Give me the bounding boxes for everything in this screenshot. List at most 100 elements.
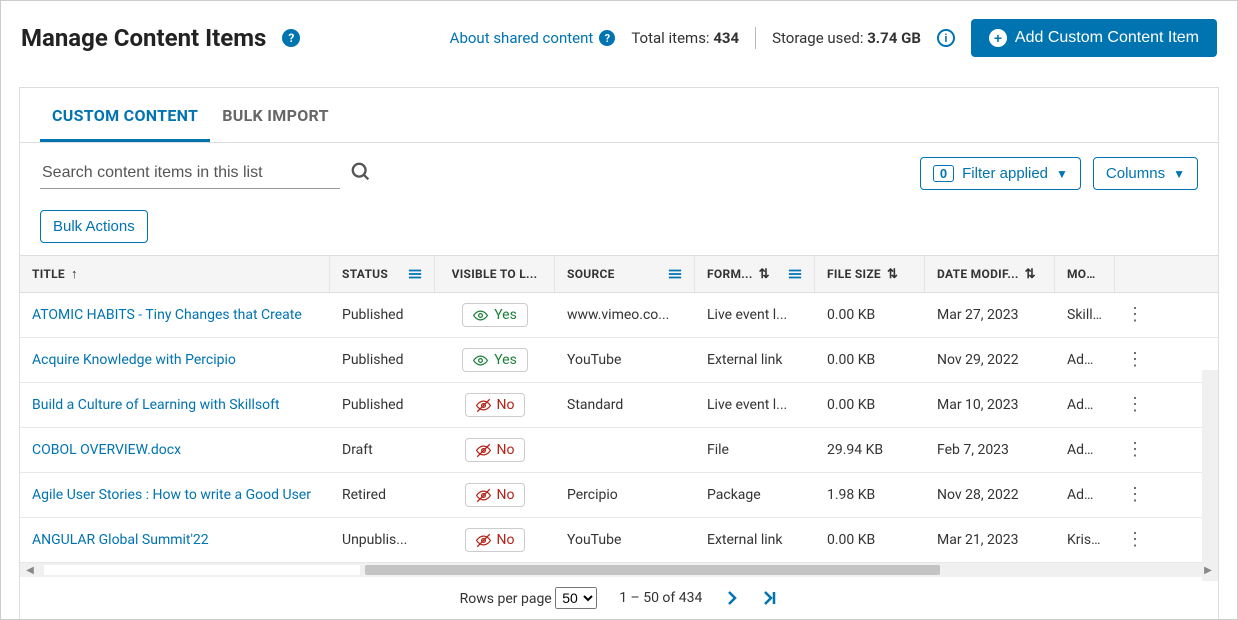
last-page-button[interactable] bbox=[762, 590, 778, 606]
storage-info-icon[interactable]: i bbox=[937, 29, 955, 47]
column-header-visible[interactable]: VISIBLE TO L... bbox=[435, 256, 555, 292]
sort-icon: ⇅ bbox=[1025, 267, 1036, 282]
column-header-filesize[interactable]: FILE SIZE ⇅ bbox=[815, 256, 925, 292]
format-cell: Package bbox=[695, 477, 815, 513]
filesize-cell: 1.98 KB bbox=[815, 477, 925, 513]
content-title-link[interactable]: Acquire Knowledge with Percipio bbox=[32, 352, 236, 368]
rows-per-page-select[interactable]: 50 bbox=[555, 587, 597, 609]
column-modified-label: MODIFI bbox=[1067, 267, 1102, 281]
content-title-link[interactable]: Agile User Stories : How to write a Good… bbox=[32, 487, 311, 503]
format-cell: Live event l... bbox=[695, 387, 815, 423]
column-filesize-label: FILE SIZE bbox=[827, 267, 881, 281]
source-cell: www.vimeo.co... bbox=[555, 297, 695, 333]
about-shared-content-link[interactable]: About shared content ? bbox=[450, 29, 616, 47]
total-items-stat: Total items: 434 bbox=[631, 29, 739, 47]
table-row: COBOL OVERVIEW.docxDraftNoFile29.94 KBFe… bbox=[20, 428, 1218, 473]
visible-pill: Yes bbox=[462, 303, 528, 327]
bulk-actions-button[interactable]: Bulk Actions bbox=[40, 210, 148, 243]
filter-icon[interactable] bbox=[668, 267, 682, 281]
paginator: Rows per page 50 1 – 50 of 434 bbox=[20, 577, 1218, 620]
column-date-label: DATE MODIF... bbox=[937, 267, 1019, 281]
status-cell: Published bbox=[330, 297, 435, 333]
visible-pill: No bbox=[465, 438, 526, 462]
modified-cell: Admin S bbox=[1055, 477, 1115, 513]
format-cell: Live event l... bbox=[695, 297, 815, 333]
source-cell: Percipio bbox=[555, 477, 695, 513]
modified-cell: SkillSof bbox=[1055, 297, 1115, 333]
table-row: Acquire Knowledge with PercipioPublished… bbox=[20, 338, 1218, 383]
row-menu-button[interactable]: ⋮ bbox=[1126, 396, 1144, 414]
scroll-left-icon[interactable]: ◀ bbox=[20, 565, 40, 576]
content-title-link[interactable]: COBOL OVERVIEW.docx bbox=[32, 442, 181, 458]
sort-icon: ⇅ bbox=[887, 267, 898, 282]
filter-applied-button[interactable]: 0 Filter applied ▼ bbox=[920, 157, 1081, 190]
columns-button[interactable]: Columns ▼ bbox=[1093, 157, 1198, 190]
status-cell: Retired bbox=[330, 477, 435, 513]
total-items-label: Total items: bbox=[631, 29, 709, 47]
filter-count-badge: 0 bbox=[933, 165, 954, 182]
content-title-link[interactable]: ATOMIC HABITS - Tiny Changes that Create bbox=[32, 307, 302, 323]
column-header-title[interactable]: TITLE ↑ bbox=[20, 256, 330, 292]
scroll-thumb[interactable] bbox=[365, 565, 940, 575]
column-visible-label: VISIBLE TO L... bbox=[452, 267, 538, 281]
format-cell: External link bbox=[695, 522, 815, 558]
row-menu-button[interactable]: ⋮ bbox=[1126, 441, 1144, 459]
storage-used-label: Storage used: bbox=[772, 29, 863, 47]
search-input[interactable] bbox=[40, 158, 340, 189]
about-help-icon[interactable]: ? bbox=[599, 30, 615, 46]
eye-off-icon bbox=[476, 533, 491, 548]
column-source-label: SOURCE bbox=[567, 267, 615, 281]
column-format-label: FORM... bbox=[707, 267, 753, 281]
content-title-link[interactable]: Build a Culture of Learning with Skillso… bbox=[32, 397, 280, 413]
column-header-date[interactable]: DATE MODIF... ⇅ bbox=[925, 256, 1055, 292]
column-header-source[interactable]: SOURCE bbox=[555, 256, 695, 292]
modified-cell: Admin S bbox=[1055, 387, 1115, 423]
next-page-button[interactable] bbox=[724, 590, 740, 606]
visible-pill: No bbox=[465, 393, 526, 417]
sort-asc-icon: ↑ bbox=[71, 266, 78, 282]
tab-bulk-import[interactable]: BULK IMPORT bbox=[210, 88, 341, 142]
page-range: 1 – 50 of 434 bbox=[619, 590, 702, 606]
vertical-scrollbar[interactable] bbox=[1202, 370, 1218, 581]
content-title-link[interactable]: ANGULAR Global Summit'22 bbox=[32, 532, 209, 548]
table-row: ATOMIC HABITS - Tiny Changes that Create… bbox=[20, 293, 1218, 338]
filesize-cell: 29.94 KB bbox=[815, 432, 925, 468]
filter-icon[interactable] bbox=[788, 267, 802, 281]
row-menu-button[interactable]: ⋮ bbox=[1126, 351, 1144, 369]
table-row: Build a Culture of Learning with Skillso… bbox=[20, 383, 1218, 428]
visible-pill: No bbox=[465, 528, 526, 552]
table-row: ANGULAR Global Summit'22Unpublis...NoYou… bbox=[20, 518, 1218, 563]
status-cell: Published bbox=[330, 387, 435, 423]
header-divider bbox=[755, 27, 756, 49]
tab-custom-content[interactable]: CUSTOM CONTENT bbox=[40, 88, 210, 142]
chevron-down-icon: ▼ bbox=[1173, 167, 1185, 181]
eye-off-icon bbox=[476, 398, 491, 413]
eye-icon bbox=[473, 353, 488, 368]
storage-used-stat: Storage used: 3.74 GB bbox=[772, 29, 921, 47]
column-header-status[interactable]: STATUS bbox=[330, 256, 435, 292]
date-cell: Nov 29, 2022 bbox=[925, 342, 1055, 378]
rows-per-page-label: Rows per page bbox=[460, 591, 552, 607]
row-menu-button[interactable]: ⋮ bbox=[1126, 486, 1144, 504]
eye-off-icon bbox=[476, 443, 491, 458]
status-cell: Unpublis... bbox=[330, 522, 435, 558]
add-custom-content-button[interactable]: + Add Custom Content Item bbox=[971, 19, 1217, 57]
column-header-menu bbox=[1115, 256, 1155, 292]
plus-icon: + bbox=[989, 29, 1007, 47]
help-icon[interactable]: ? bbox=[282, 29, 300, 47]
search-icon[interactable] bbox=[350, 161, 372, 187]
filter-icon[interactable] bbox=[408, 267, 422, 281]
table-header: TITLE ↑ STATUS VISIBLE TO L... SOURCE FO… bbox=[20, 256, 1218, 293]
visible-pill: No bbox=[465, 483, 526, 507]
source-cell: YouTube bbox=[555, 342, 695, 378]
row-menu-button[interactable]: ⋮ bbox=[1126, 531, 1144, 549]
column-header-format[interactable]: FORM... ⇅ bbox=[695, 256, 815, 292]
row-menu-button[interactable]: ⋮ bbox=[1126, 306, 1144, 324]
scroll-right-icon[interactable]: ▶ bbox=[1198, 565, 1218, 576]
status-cell: Draft bbox=[330, 432, 435, 468]
date-cell: Nov 28, 2022 bbox=[925, 477, 1055, 513]
horizontal-scrollbar[interactable]: ◀ ▶ bbox=[20, 563, 1218, 577]
column-header-modified[interactable]: MODIFI bbox=[1055, 256, 1115, 292]
format-cell: File bbox=[695, 432, 815, 468]
filesize-cell: 0.00 KB bbox=[815, 522, 925, 558]
